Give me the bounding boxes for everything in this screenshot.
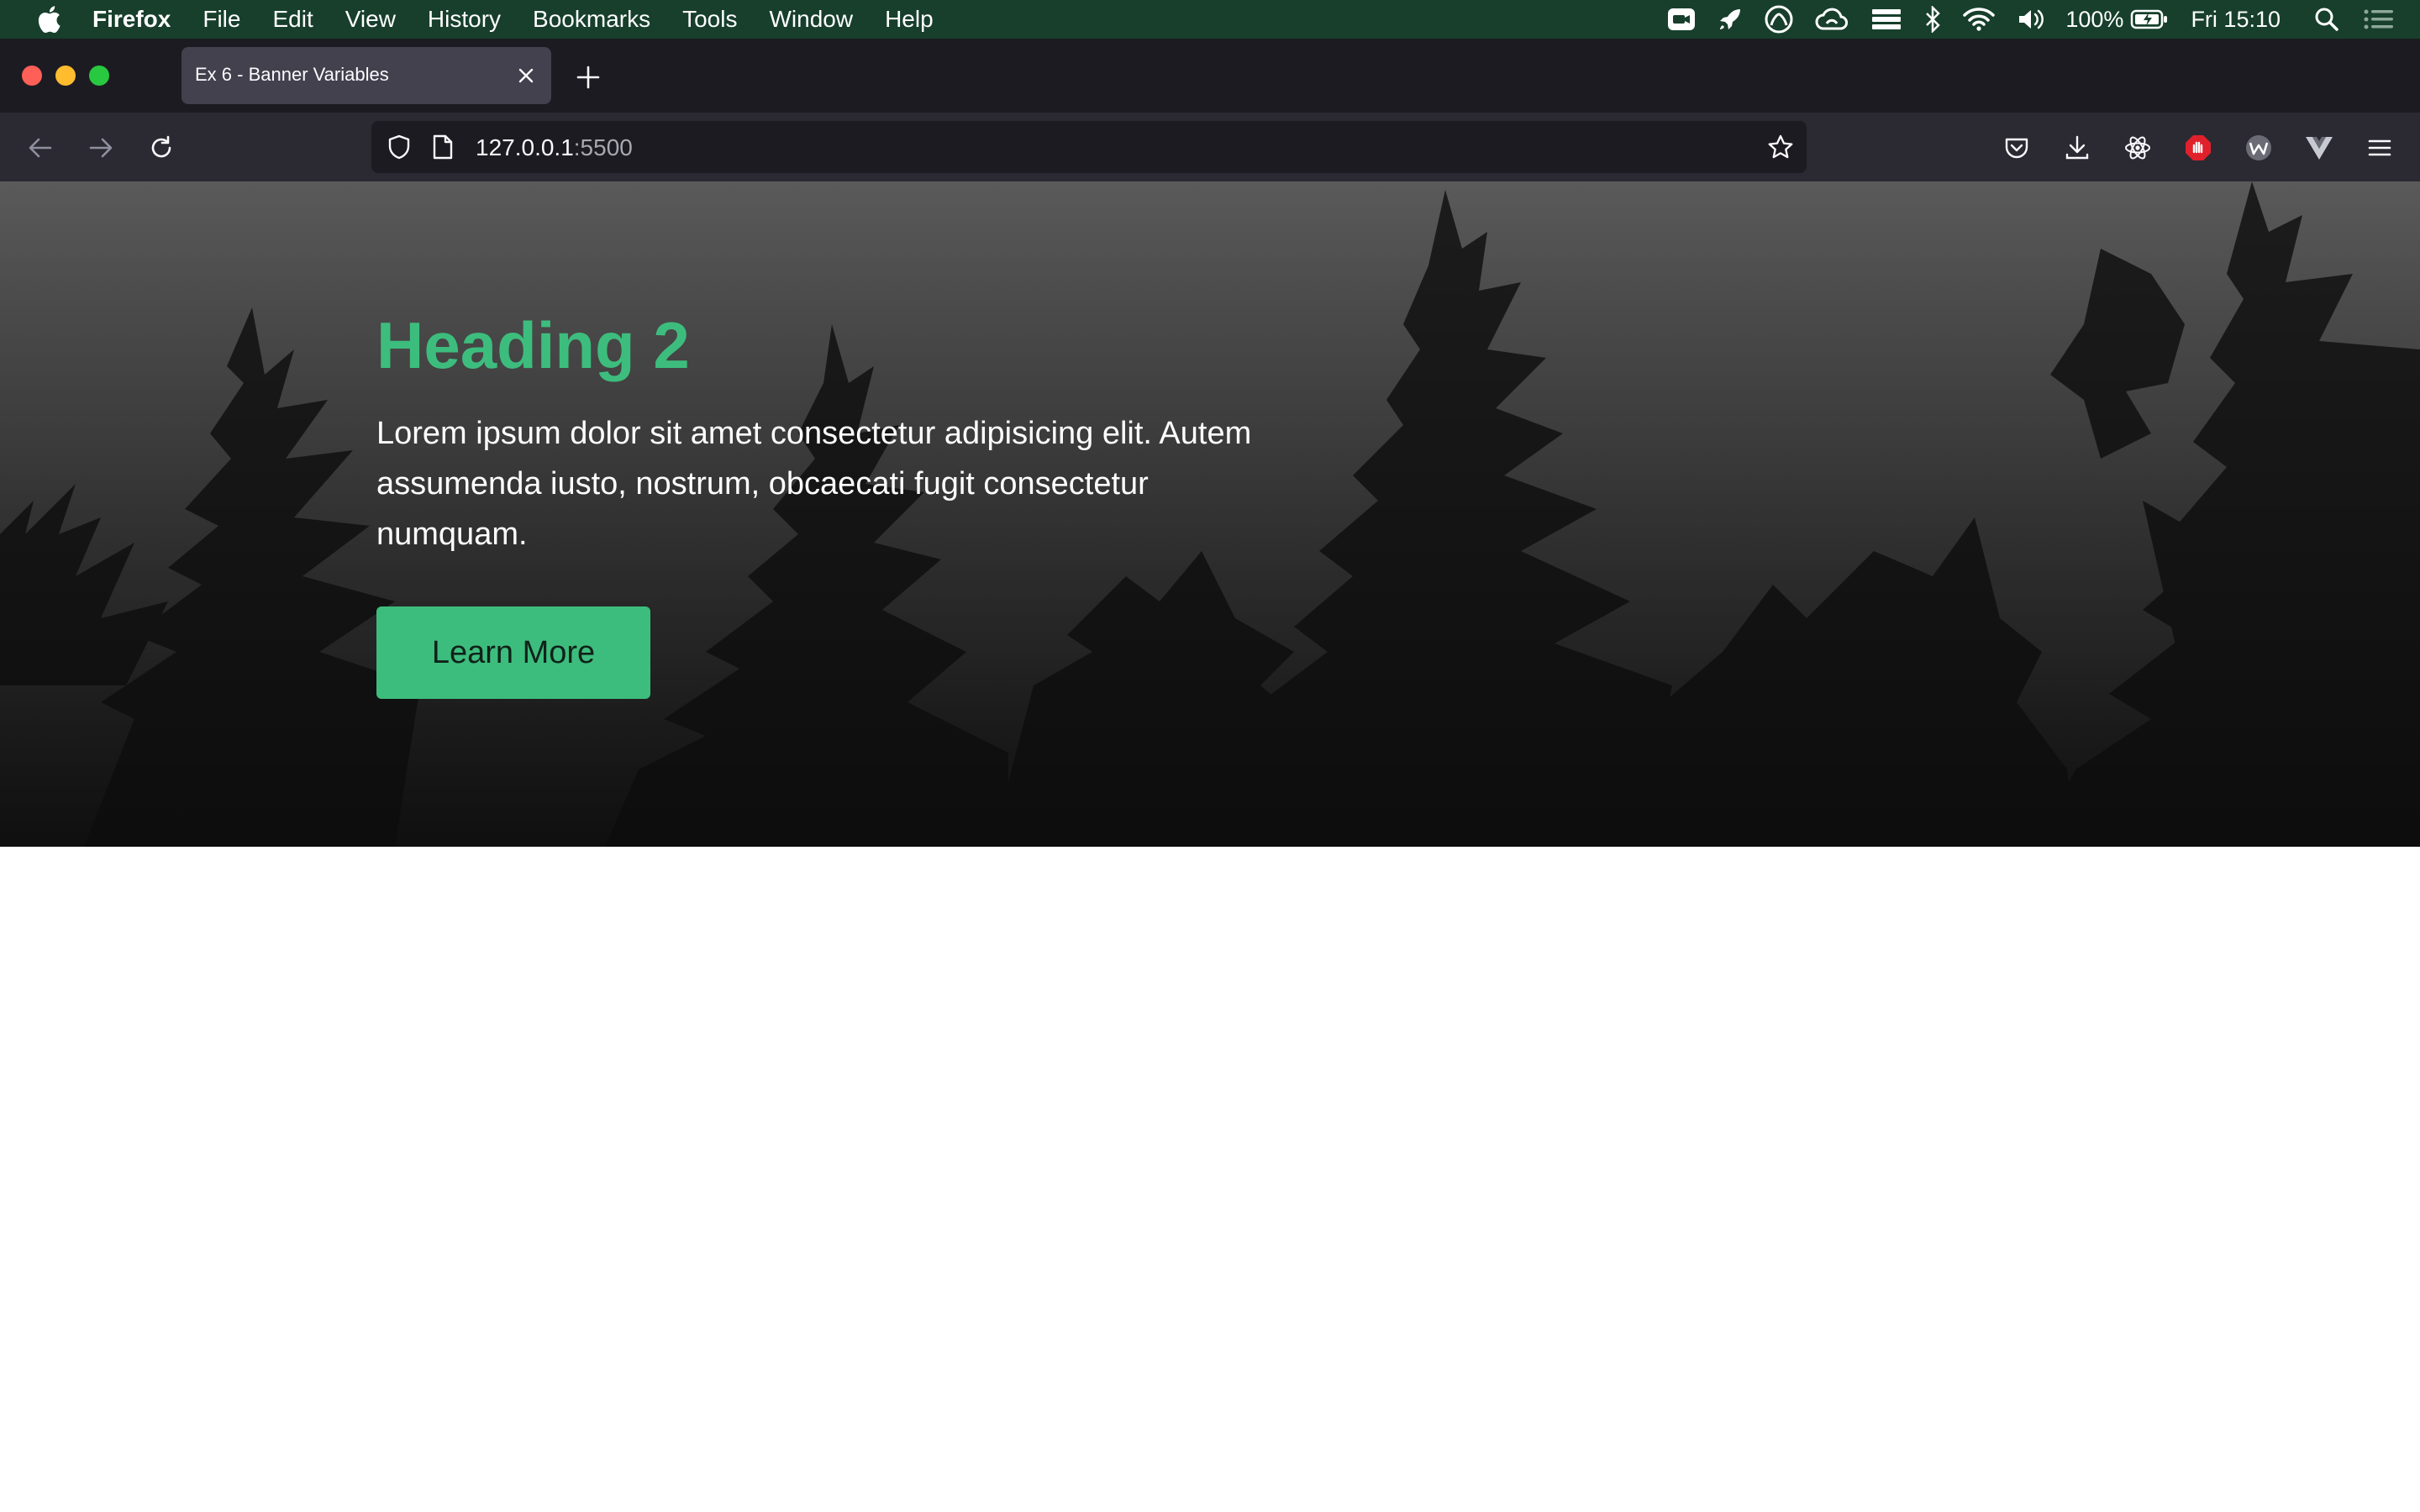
tab-strip: Ex 6 - Banner Variables [0, 39, 2420, 113]
creative-cloud-icon[interactable] [1765, 5, 1793, 34]
creative-cloud-sync-icon[interactable] [1815, 7, 1849, 32]
window-zoom-button[interactable] [89, 66, 109, 86]
page-body-empty [0, 847, 2420, 1512]
navigation-toolbar: 127.0.0.1:5500 [0, 113, 2420, 181]
hero-banner: Heading 2 Lorem ipsum dolor sit amet con… [0, 181, 2420, 847]
url-bar[interactable]: 127.0.0.1:5500 [371, 121, 1807, 173]
page-info-icon[interactable] [429, 133, 457, 161]
menu-bookmarks[interactable]: Bookmarks [533, 6, 650, 33]
menu-file[interactable]: File [203, 6, 240, 33]
download-icon[interactable] [2059, 129, 2096, 166]
menu-tools[interactable]: Tools [682, 6, 737, 33]
url-text[interactable]: 127.0.0.1:5500 [476, 134, 633, 161]
banner-heading: Heading 2 [376, 308, 690, 382]
spotlight-icon[interactable] [2314, 7, 2339, 32]
control-center-icon[interactable] [2363, 7, 2395, 32]
window-close-button[interactable] [22, 66, 42, 86]
url-port: :5500 [573, 134, 633, 160]
battery-percentage: 100% [2065, 6, 2124, 32]
menu-help[interactable]: Help [885, 6, 934, 33]
menu-view[interactable]: View [345, 6, 396, 33]
app-menu-firefox[interactable]: Firefox [92, 6, 171, 33]
menu-edit[interactable]: Edit [272, 6, 313, 33]
menu-history[interactable]: History [428, 6, 501, 33]
wifi-icon[interactable] [1963, 7, 1996, 32]
macos-menu-bar: Firefox File Edit View History Bookmarks… [0, 0, 2420, 39]
wappalyzer-icon[interactable] [2240, 129, 2277, 166]
volume-icon[interactable] [2017, 7, 2047, 32]
new-tab-plus-icon[interactable] [571, 60, 605, 94]
menubar-clock[interactable]: Fri 15:10 [2191, 7, 2281, 33]
learn-more-button[interactable]: Learn More [376, 606, 650, 699]
url-host: 127.0.0.1 [476, 134, 574, 160]
banner-content: Heading 2 Lorem ipsum dolor sit amet con… [376, 307, 1301, 699]
back-arrow-icon[interactable] [22, 129, 59, 166]
adblock-icon[interactable] [2180, 129, 2217, 166]
banner-paragraph: Lorem ipsum dolor sit amet consectetur a… [376, 416, 1252, 552]
pocket-icon[interactable] [1998, 129, 2035, 166]
menu-window[interactable]: Window [769, 6, 853, 33]
tab-active[interactable]: Ex 6 - Banner Variables [182, 47, 551, 104]
vue-devtools-icon[interactable] [2301, 129, 2338, 166]
zoom-icon[interactable] [1667, 7, 1696, 32]
reload-icon[interactable] [143, 129, 180, 166]
app-menu-hamburger-icon[interactable] [2361, 129, 2398, 166]
rocket-icon[interactable] [1718, 7, 1743, 32]
react-devtools-icon[interactable] [2119, 129, 2156, 166]
bluetooth-icon[interactable] [1924, 6, 1941, 33]
tracking-protection-shield-icon[interactable] [385, 133, 413, 161]
forward-arrow-icon[interactable] [82, 129, 119, 166]
status-bar: 100% Fri 15:10 [1645, 0, 2395, 39]
tab-close-icon[interactable] [513, 62, 539, 89]
tab-title: Ex 6 - Banner Variables [195, 64, 389, 85]
stack-icon[interactable] [1870, 7, 1902, 32]
apple-menu-icon[interactable] [34, 3, 64, 36]
bookmark-star-icon[interactable] [1765, 131, 1797, 163]
window-minimize-button[interactable] [55, 66, 76, 86]
battery-icon[interactable] [2130, 8, 2169, 31]
